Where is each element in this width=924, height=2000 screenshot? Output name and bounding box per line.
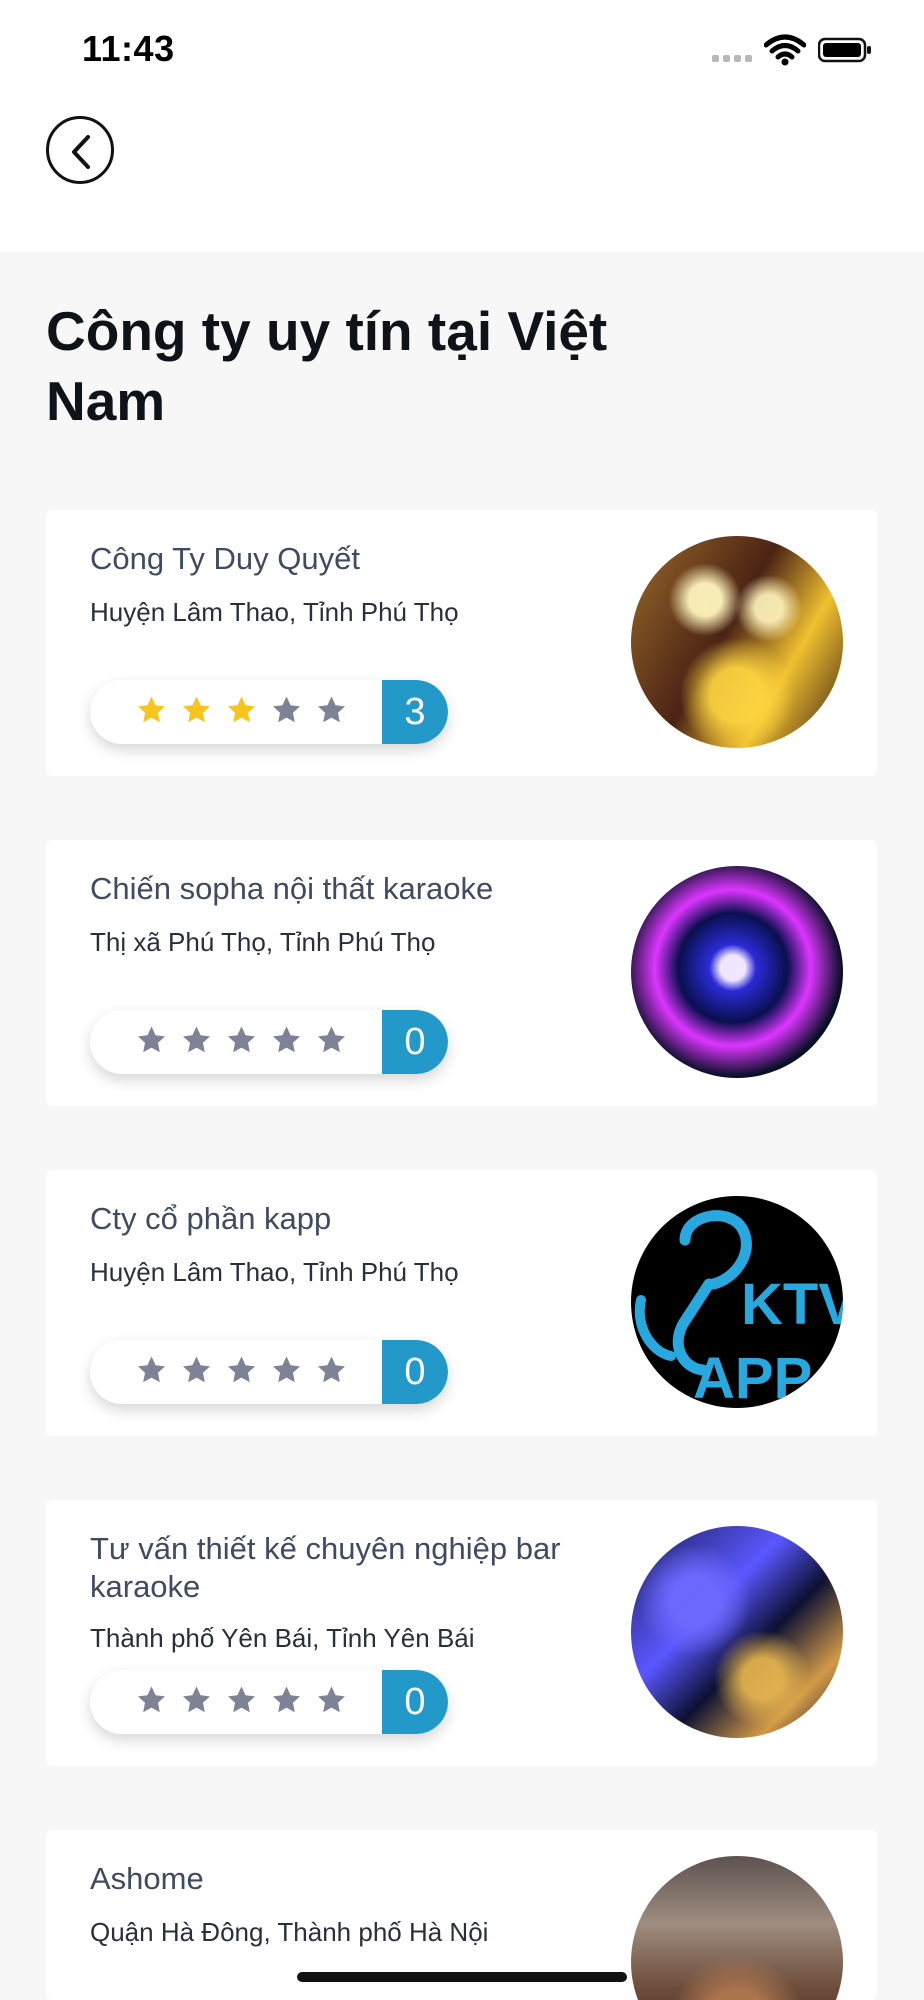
company-location: Huyện Lâm Thao, Tỉnh Phú Thọ: [90, 597, 459, 627]
company-image: [631, 1856, 843, 2000]
back-button[interactable]: [46, 116, 114, 184]
status-time: 11:43: [82, 28, 175, 69]
back-chevron-icon: [72, 135, 90, 169]
rating-stars: [136, 1685, 347, 1716]
rating-count: 0: [382, 1670, 448, 1734]
star-empty-icon: [228, 1356, 255, 1383]
rating-stars: [136, 695, 347, 726]
star-empty-icon: [318, 1686, 345, 1713]
rating-pill: 0: [90, 1340, 448, 1404]
star-empty-icon: [183, 1686, 210, 1713]
company-image: [631, 536, 843, 748]
home-indicator[interactable]: [297, 1972, 627, 1982]
star-filled-icon: [183, 696, 210, 723]
company-name: Chiến sopha nội thất karaoke: [90, 871, 494, 906]
star-empty-icon: [318, 696, 345, 723]
rating-stars: [136, 1355, 347, 1386]
star-empty-icon: [273, 1356, 300, 1383]
rating-count: 0: [382, 1010, 448, 1074]
company-image: [631, 1526, 843, 1738]
company-name: Tư vấn thiết kế chuyên nghiệp bar karaok…: [90, 1531, 561, 1604]
company-location: Thị xã Phú Thọ, Tỉnh Phú Thọ: [90, 927, 436, 957]
battery-icon: [817, 37, 872, 63]
star-empty-icon: [228, 1686, 255, 1713]
star-empty-icon: [318, 1026, 345, 1053]
company-name: Cty cổ phần kapp: [90, 1201, 332, 1236]
page-title: Công ty uy tín tại Việt Nam: [46, 300, 608, 432]
company-location: Quận Hà Đông, Thành phố Hà Nội: [90, 1917, 489, 1947]
star-empty-icon: [273, 1686, 300, 1713]
company-location: Thành phố Yên Bái, Tỉnh Yên Bái: [90, 1623, 475, 1653]
company-card[interactable]: Tư vấn thiết kế chuyên nghiệp bar karaok…: [46, 1500, 877, 1766]
ktv-app-logo: KTV APP: [634, 1210, 843, 1408]
star-empty-icon: [138, 1686, 165, 1713]
rating-count: 3: [382, 680, 448, 744]
company-card[interactable]: Chiến sopha nội thất karaoke Thị xã Phú …: [46, 840, 877, 1106]
rating-count: 0: [382, 1340, 448, 1404]
star-empty-icon: [183, 1026, 210, 1053]
star-empty-icon: [273, 696, 300, 723]
company-name: Ashome: [90, 1861, 204, 1896]
company-image: [631, 866, 843, 1078]
svg-text:KTV: KTV: [741, 1272, 843, 1337]
rating-pill: 0: [90, 1010, 448, 1074]
star-filled-icon: [228, 696, 255, 723]
company-card[interactable]: Cty cổ phần kapp Huyện Lâm Thao, Tỉnh Ph…: [46, 1170, 877, 1436]
company-image: KTV APP: [631, 1196, 843, 1408]
wifi-icon: [763, 33, 807, 67]
star-empty-icon: [273, 1026, 300, 1053]
top-area: 11:43: [0, 0, 924, 252]
company-name: Công Ty Duy Quyết: [90, 541, 360, 576]
svg-text:APP: APP: [693, 1346, 812, 1408]
cellular-signal-icon: [712, 55, 754, 63]
rating-pill: 3: [90, 680, 448, 744]
star-empty-icon: [183, 1356, 210, 1383]
company-card[interactable]: Công Ty Duy Quyết Huyện Lâm Thao, Tỉnh P…: [46, 510, 877, 776]
star-empty-icon: [138, 1026, 165, 1053]
company-location: Huyện Lâm Thao, Tỉnh Phú Thọ: [90, 1257, 459, 1287]
star-empty-icon: [138, 1356, 165, 1383]
star-empty-icon: [228, 1026, 255, 1053]
rating-pill: 0: [90, 1670, 448, 1734]
star-filled-icon: [138, 696, 165, 723]
rating-stars: [136, 1025, 347, 1056]
star-empty-icon: [318, 1356, 345, 1383]
